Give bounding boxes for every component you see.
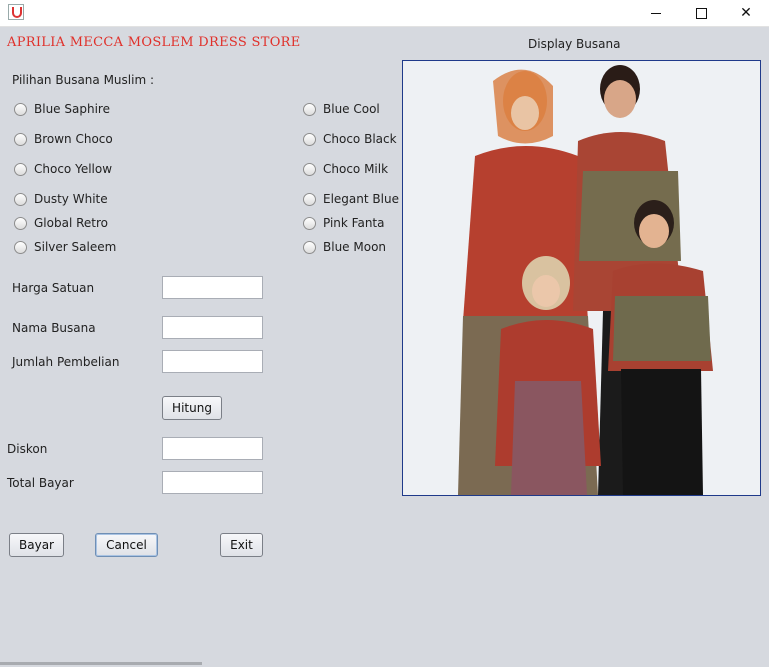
total-bayar-field[interactable] [162, 471, 263, 494]
diskon-field[interactable] [162, 437, 263, 460]
radio-button[interactable] [303, 102, 316, 116]
window-titlebar [0, 0, 769, 27]
minimize-icon[interactable] [633, 0, 679, 26]
harga-satuan-field[interactable] [162, 276, 263, 299]
jumlah-pembelian-label: Jumlah Pembelian [12, 355, 120, 369]
radio-option[interactable]: Blue Saphire [14, 101, 110, 117]
radio-option[interactable]: Brown Choco [14, 131, 113, 147]
total-bayar-label: Total Bayar [7, 476, 74, 490]
radio-option[interactable]: Choco Black [303, 131, 397, 147]
maximize-icon[interactable] [678, 0, 724, 26]
radio-button[interactable] [14, 162, 27, 176]
display-busana-label: Display Busana [528, 37, 621, 51]
cancel-button[interactable]: Cancel [95, 533, 158, 557]
diskon-label: Diskon [7, 442, 48, 456]
product-photo [402, 60, 761, 496]
java-app-icon [8, 4, 24, 20]
scroll-edge [0, 662, 202, 665]
exit-button[interactable]: Exit [220, 533, 263, 557]
jumlah-pembelian-field[interactable] [162, 350, 263, 373]
radio-button[interactable] [14, 240, 27, 254]
radio-button[interactable] [14, 216, 27, 230]
radio-option[interactable]: Choco Yellow [14, 161, 112, 177]
radio-button[interactable] [303, 132, 316, 146]
radio-option[interactable]: Blue Moon [303, 239, 386, 255]
radio-button[interactable] [303, 240, 316, 254]
radio-button[interactable] [303, 192, 316, 206]
close-icon[interactable] [723, 0, 769, 26]
radio-option[interactable]: Pink Fanta [303, 215, 385, 231]
radio-button[interactable] [14, 132, 27, 146]
bayar-button[interactable]: Bayar [9, 533, 64, 557]
store-title: APRILIA MECCA MOSLEM DRESS STORE [7, 35, 301, 50]
radio-option[interactable]: Blue Cool [303, 101, 380, 117]
radio-option[interactable]: Elegant Blue [303, 191, 399, 207]
radio-button[interactable] [303, 216, 316, 230]
radio-option[interactable]: Silver Saleem [14, 239, 116, 255]
radio-option[interactable]: Global Retro [14, 215, 108, 231]
hitung-button[interactable]: Hitung [162, 396, 222, 420]
pilihan-heading: Pilihan Busana Muslim : [12, 73, 154, 87]
nama-busana-field[interactable] [162, 316, 263, 339]
nama-busana-label: Nama Busana [12, 321, 96, 335]
radio-option[interactable]: Dusty White [14, 191, 108, 207]
radio-option[interactable]: Choco Milk [303, 161, 388, 177]
radio-button[interactable] [303, 162, 316, 176]
harga-satuan-label: Harga Satuan [12, 281, 95, 295]
radio-button[interactable] [14, 192, 27, 206]
radio-button[interactable] [14, 102, 27, 116]
